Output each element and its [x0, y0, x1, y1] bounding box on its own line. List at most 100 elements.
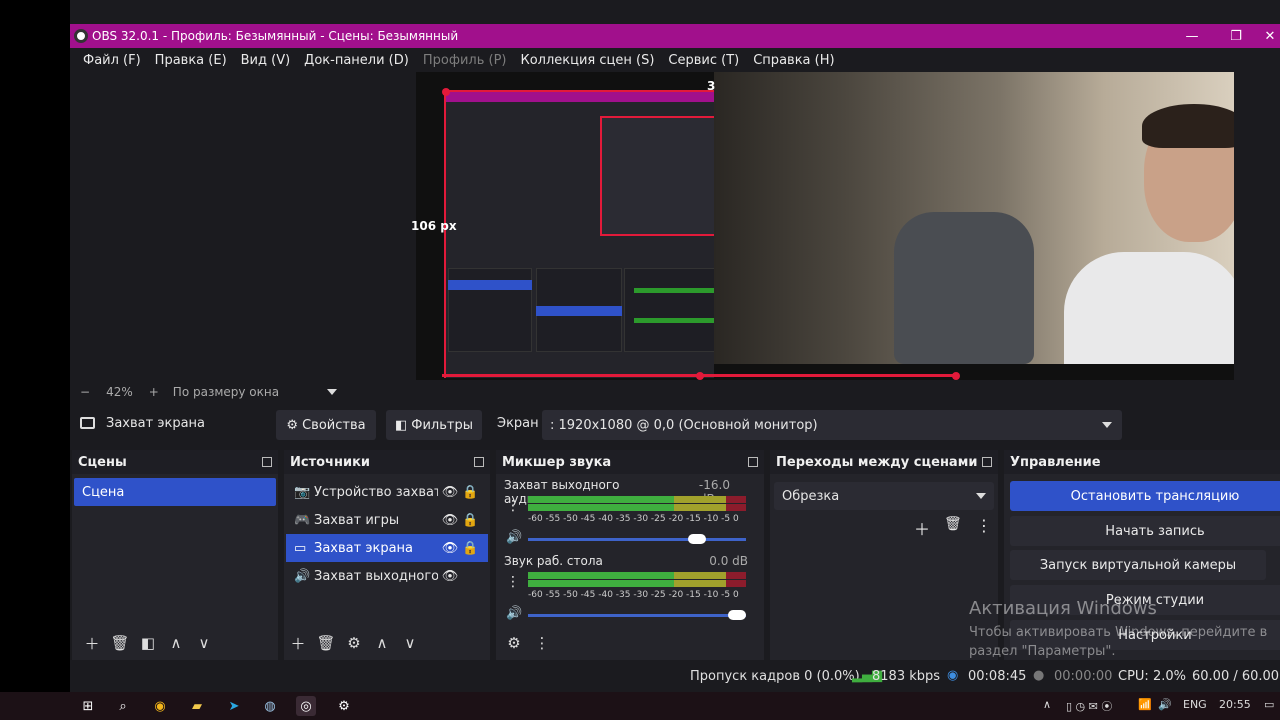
menu-profile[interactable]: Профиль (P) — [423, 53, 507, 68]
add-scene-icon[interactable]: ＋ — [78, 633, 106, 654]
add-transition-icon[interactable]: ＋ — [914, 516, 930, 540]
camera-source[interactable] — [714, 72, 1234, 364]
file-explorer-icon[interactable]: ▰ — [187, 696, 207, 716]
steam-icon[interactable]: ◍ — [260, 696, 280, 716]
volume-slider-knob[interactable] — [728, 610, 746, 620]
volume-meter: -60 -55 -50 -45 -40 -35 -30 -25 -20 -15 … — [528, 496, 746, 524]
filters-button[interactable]: ◧ Фильтры — [386, 410, 482, 440]
clock[interactable]: 20:55 — [1219, 698, 1251, 711]
monitor-icon: ▭ — [294, 540, 307, 556]
source-item-audio-output[interactable]: 🔊 Захват выходного а 👁 — [286, 562, 488, 590]
screen-capture-source[interactable] — [444, 90, 716, 378]
mixer-footer: ⚙ ⋮ — [500, 630, 556, 656]
source-item-capture-device[interactable]: 📷 Устройство захвата 👁 🔒 — [286, 478, 488, 506]
transition-menu-icon[interactable]: ⋮ — [976, 516, 992, 535]
network-icon[interactable]: 📶 — [1138, 698, 1152, 711]
menu-scene-collection[interactable]: Коллекция сцен (S) — [520, 53, 654, 68]
resize-handle-top-left[interactable] — [442, 88, 450, 96]
move-source-down-icon[interactable]: ∨ — [396, 634, 424, 652]
mute-speaker-icon[interactable]: 🔊 — [506, 530, 522, 545]
volume-meter: -60 -55 -50 -45 -40 -35 -30 -25 -20 -15 … — [528, 572, 746, 600]
source-item-game-capture[interactable]: 🎮 Захват игры 👁 🔒 — [286, 506, 488, 534]
add-source-icon[interactable]: ＋ — [284, 633, 312, 654]
search-icon[interactable]: ⌕ — [113, 696, 133, 716]
monitor-select[interactable]: : 1920x1080 @ 0,0 (Основной монитор) — [542, 410, 1122, 440]
preview-canvas[interactable] — [416, 72, 1234, 380]
mute-speaker-icon[interactable]: 🔊 — [506, 606, 522, 621]
lock-icon[interactable]: 🔒 — [462, 485, 478, 500]
visibility-eye-icon[interactable]: 👁 — [438, 541, 462, 556]
minimize-button[interactable]: — — [1172, 24, 1212, 48]
sources-dock: Источники 📷 Устройство захвата 👁 🔒 🎮 Зах… — [284, 450, 490, 660]
zoom-in-button[interactable]: + — [149, 385, 159, 399]
stop-streaming-button[interactable]: Остановить трансляцию — [1010, 481, 1280, 511]
scene-filters-icon[interactable]: ◧ — [134, 634, 162, 652]
start-virtual-camera-button[interactable]: Запуск виртуальной камеры — [1010, 550, 1266, 580]
tray-app-icons[interactable]: ▯ ◷ ✉ ⦿ — [1066, 698, 1112, 714]
menu-file[interactable]: Файл (F) — [83, 53, 141, 68]
volume-tray-icon[interactable]: 🔊 — [1158, 698, 1172, 711]
window-title: OBS 32.0.1 - Профиль: Безымянный - Сцены… — [92, 29, 459, 43]
zoom-mode-select[interactable]: По размеру окна — [173, 385, 279, 399]
monitor-icon — [80, 417, 95, 429]
zoom-mode-dropdown-icon[interactable] — [327, 389, 338, 395]
move-source-up-icon[interactable]: ∧ — [368, 634, 396, 652]
notification-icon[interactable]: ▭ — [1264, 698, 1274, 711]
lock-icon[interactable]: 🔒 — [462, 541, 478, 556]
stream-time: 00:08:45 — [968, 669, 1027, 684]
sources-header: Источники — [284, 450, 490, 474]
volume-slider-track[interactable] — [528, 614, 746, 617]
start-recording-button[interactable]: Начать запись — [1010, 516, 1280, 546]
settings-gear-icon[interactable]: ⚙ — [334, 696, 354, 716]
volume-slider-knob[interactable] — [688, 534, 706, 544]
source-toolbar: Захват экрана ⚙ Свойства ◧ Фильтры Экран… — [70, 408, 1280, 442]
cpu-usage: CPU: 2.0% — [1118, 669, 1186, 684]
transitions-header: Переходы между сценами — [770, 450, 998, 474]
controls-header: Управление — [1004, 450, 1280, 474]
scene-item[interactable]: Сцена — [74, 478, 276, 506]
advanced-audio-gear-icon[interactable]: ⚙ — [500, 634, 528, 652]
visibility-eye-icon[interactable]: 👁 — [438, 485, 462, 500]
tray-chevron-icon[interactable]: ∧ — [1043, 698, 1051, 711]
menu-view[interactable]: Вид (V) — [241, 53, 291, 68]
source-label: Захват экрана — [314, 540, 413, 556]
obs-logo-icon — [74, 29, 88, 43]
input-language[interactable]: ENG — [1183, 698, 1207, 711]
obs-taskbar-icon[interactable]: ◎ — [296, 696, 316, 716]
transition-select[interactable]: Обрезка — [774, 482, 994, 510]
mixer-undock-icon[interactable] — [748, 457, 758, 467]
windows-start-icon[interactable]: ⊞ — [78, 696, 98, 716]
move-scene-up-icon[interactable]: ∧ — [162, 634, 190, 652]
transitions-undock-icon[interactable] — [982, 457, 992, 467]
move-scene-down-icon[interactable]: ∨ — [190, 634, 218, 652]
properties-button[interactable]: ⚙ Свойства — [276, 410, 376, 440]
filters-icon: ◧ — [395, 417, 408, 433]
preview-area[interactable]: 106 px 3 — [70, 72, 1280, 380]
obs-window: OBS 32.0.1 - Профиль: Безымянный - Сцены… — [70, 0, 1280, 692]
scenes-undock-icon[interactable] — [262, 457, 272, 467]
restore-button[interactable]: ❐ — [1216, 24, 1256, 48]
menu-help[interactable]: Справка (H) — [753, 53, 834, 68]
menu-docks[interactable]: Док-панели (D) — [304, 53, 409, 68]
visibility-eye-icon[interactable]: 👁 — [438, 569, 462, 584]
visibility-eye-icon[interactable]: 👁 — [438, 513, 462, 528]
chrome-icon[interactable]: ◉ — [150, 696, 170, 716]
close-button[interactable]: ✕ — [1260, 24, 1280, 48]
remove-transition-icon[interactable]: 🗑 — [944, 516, 962, 532]
camera-person-hair — [1142, 104, 1234, 148]
channel-menu-icon[interactable]: ⋮ — [506, 498, 520, 514]
channel-menu-icon[interactable]: ⋮ — [506, 574, 520, 590]
menu-edit[interactable]: Правка (E) — [155, 53, 227, 68]
source-properties-gear-icon[interactable]: ⚙ — [340, 634, 368, 652]
menu-tools[interactable]: Сервис (T) — [668, 53, 739, 68]
source-item-screen-capture[interactable]: ▭ Захват экрана 👁 🔒 — [286, 534, 488, 562]
remove-scene-icon[interactable]: 🗑 — [106, 634, 134, 652]
lock-icon[interactable]: 🔒 — [462, 513, 478, 528]
volume-slider-track[interactable] — [528, 538, 746, 541]
remove-source-icon[interactable]: 🗑 — [312, 634, 340, 652]
telegram-icon[interactable]: ➤ — [224, 696, 244, 716]
scene-item-label: Сцена — [82, 484, 125, 500]
zoom-out-button[interactable]: − — [80, 385, 90, 399]
mixer-menu-icon[interactable]: ⋮ — [528, 634, 556, 652]
sources-undock-icon[interactable] — [474, 457, 484, 467]
